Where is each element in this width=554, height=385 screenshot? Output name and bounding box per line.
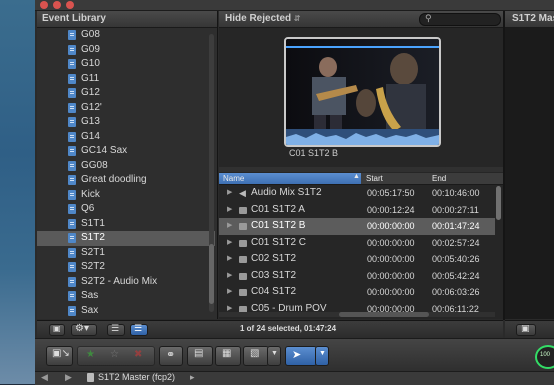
clip-row[interactable]: ▶ C04 S1T2 00:00:00:00 00:06:03:26: [219, 284, 495, 301]
clip-name: C04 S1T2: [251, 286, 297, 297]
tool-chevron-down-icon: ▼: [319, 350, 326, 357]
show-library-button[interactable]: ▣: [49, 324, 65, 336]
disclosure-triangle-icon[interactable]: ▶: [227, 251, 232, 268]
clip-name: C01 S1T2 A: [251, 203, 305, 215]
timeline-header: ◀ ▶ S1T2 Master (fcp2) ▸: [35, 371, 554, 385]
viewer-status-bar: ▣: [505, 320, 554, 338]
clip-start: 00:00:00:00: [367, 303, 415, 313]
selection-status: 1 of 24 selected, 01:47:24: [240, 324, 337, 333]
clip-row[interactable]: ▶ C03 S1T2 00:00:00:00 00:05:42:24: [219, 268, 495, 285]
disclosure-triangle-icon[interactable]: ▶: [227, 235, 232, 252]
camera-icon: ▣↘: [52, 348, 70, 359]
connect-icon: ▤: [194, 348, 204, 359]
append-icon: ▧: [250, 348, 260, 359]
arrow-pointer-icon: ➤: [292, 349, 302, 361]
list-view-button[interactable]: ☰: [130, 323, 148, 336]
project-icon: [87, 373, 94, 382]
clip-name: C01 S1T2 C: [251, 236, 307, 248]
clip-end: 00:00:27:11: [432, 204, 479, 215]
key-icon: ⚭: [166, 349, 176, 361]
clip-name: C03 S1T2: [251, 269, 297, 281]
video-clip-icon: [239, 239, 247, 247]
audio-clip-icon: ◀: [239, 188, 246, 198]
disclosure-triangle-icon[interactable]: ▶: [227, 301, 232, 313]
clip-row[interactable]: ▶ C05 - Drum POV 00:00:00:00 00:06:11:22: [219, 301, 495, 313]
progress-icon: 100: [540, 352, 551, 358]
video-clip-icon: [239, 256, 247, 263]
video-clip-icon: [239, 206, 247, 214]
clip-end: 00:05:42:24: [432, 270, 480, 281]
fullscreen-button[interactable]: ▣: [516, 323, 536, 336]
reject-icon[interactable]: ✖: [134, 349, 142, 360]
keyword-button[interactable]: ⚭: [159, 346, 183, 366]
background-tasks-indicator[interactable]: 100: [535, 345, 554, 369]
connect-clip-button[interactable]: ▤: [187, 346, 213, 366]
clip-start: 00:00:00:00: [367, 221, 415, 231]
disclosure-triangle-icon[interactable]: ▶: [227, 218, 232, 235]
clip-start: 00:00:00:00: [367, 237, 415, 248]
filmstrip-view-button[interactable]: ☰: [107, 323, 125, 336]
filmstrip-icon: ☰: [111, 323, 120, 333]
insert-icon: ▦: [222, 348, 232, 359]
action-menu-button[interactable]: ⚙▾: [71, 323, 97, 336]
clip-start: 00:00:00:00: [367, 287, 415, 297]
tool-menu[interactable]: ▼: [315, 346, 329, 366]
disclosure-triangle-icon[interactable]: ▶: [227, 202, 232, 219]
select-tool-button[interactable]: ➤: [285, 346, 317, 366]
clip-name: Audio Mix S1T2: [251, 187, 322, 198]
clip-row[interactable]: ▶ C01 S1T2 B 00:00:00:00 00:01:47:24: [219, 218, 495, 235]
list-icon: ☰: [134, 323, 143, 333]
disclosure-triangle-icon[interactable]: ▶: [227, 185, 232, 202]
horizontal-scroll-thumb[interactable]: [339, 312, 429, 317]
clip-row[interactable]: ▶ ◀ Audio Mix S1T2 00:05:17:50 00:10:46:00: [219, 185, 495, 202]
disclosure-triangle-icon[interactable]: ▶: [227, 268, 232, 285]
clip-start: 00:00:00:00: [367, 270, 415, 281]
project-name[interactable]: S1T2 Master (fcp2): [98, 372, 175, 382]
insert-clip-button[interactable]: ▦: [215, 346, 241, 366]
import-media-button[interactable]: ▣↘: [46, 346, 73, 366]
unrate-star-icon[interactable]: ☆: [110, 349, 119, 360]
clip-start: 00:00:00:00: [367, 254, 415, 264]
clip-end: 00:06:03:26: [432, 287, 480, 297]
clip-name: C02 S1T2: [251, 253, 297, 264]
list-horizontal-scrollbar[interactable]: [219, 312, 495, 317]
clip-end: 00:05:40:26: [432, 254, 480, 264]
video-clip-icon: [239, 223, 247, 230]
clip-name: C05 - Drum POV: [251, 302, 327, 313]
clip-end: 00:02:57:24: [432, 237, 480, 248]
clip-list: ▶ ◀ Audio Mix S1T2 00:05:17:50 00:10:46:00 ▶ C…: [0, 0, 554, 312]
clip-end: 00:01:47:24: [432, 221, 480, 231]
forward-arrow-icon[interactable]: ▶: [65, 372, 72, 383]
sidebar-icon: ▣: [53, 324, 61, 333]
edit-mode-menu[interactable]: ▼: [267, 346, 281, 366]
browser-status-bar: ▣ ⚙▾ ☰ ☰ 1 of 24 selected, 01:47:24: [37, 320, 503, 338]
clip-row[interactable]: ▶ C02 S1T2 00:00:00:00 00:05:40:26: [219, 251, 495, 268]
video-clip-icon: [239, 289, 247, 296]
main-toolbar: ▣↘ ★ ☆ ✖ ⚭ ▤ ▦ ▧ ▼ ➤ ▼ 100: [35, 338, 554, 372]
append-clip-button[interactable]: ▧: [243, 346, 269, 366]
list-scroll-thumb[interactable]: [496, 186, 501, 220]
back-arrow-icon[interactable]: ◀: [41, 372, 48, 383]
clip-start: 00:05:17:50: [367, 188, 415, 198]
favorite-star-icon[interactable]: ★: [86, 349, 95, 360]
clip-start: 00:00:12:24: [367, 204, 415, 215]
fullscreen-icon: ▣: [521, 323, 530, 333]
clip-name: C01 S1T2 B: [251, 220, 306, 231]
clip-end: 00:10:46:00: [432, 188, 480, 198]
video-clip-icon: [239, 272, 247, 280]
rating-buttons[interactable]: ★ ☆ ✖: [77, 346, 155, 366]
clip-row[interactable]: ▶ C01 S1T2 C 00:00:00:00 00:02:57:24: [219, 235, 495, 252]
chevron-down-icon: ▼: [271, 350, 278, 357]
disclosure-triangle-icon[interactable]: ▶: [227, 284, 232, 301]
clip-end: 00:06:11:22: [432, 303, 479, 313]
gear-icon: ⚙▾: [75, 323, 89, 334]
clip-row[interactable]: ▶ C01 S1T2 A 00:00:12:24 00:00:27:11: [219, 202, 495, 219]
timeline-index-icon[interactable]: ▸: [190, 372, 195, 383]
